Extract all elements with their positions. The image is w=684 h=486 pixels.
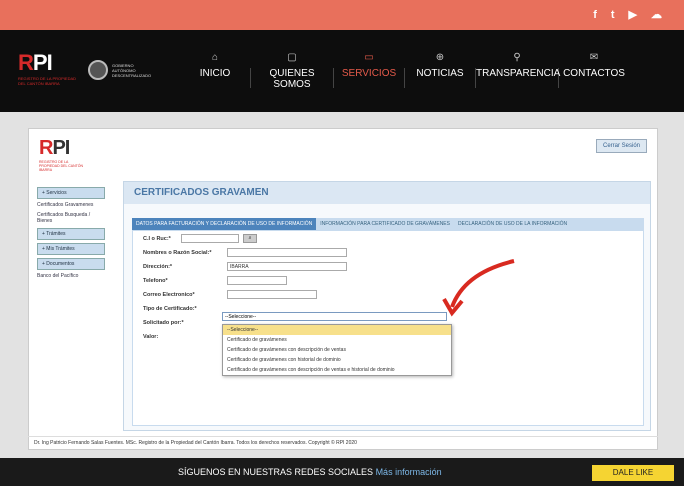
gov-text: GOBIERNO AUTÓNOMO DESCENTRALIZADO <box>112 62 152 78</box>
panel-logo: RPI REGISTRO DE LA PROPIEDAD DEL CANTÓN … <box>39 137 87 172</box>
sidebar-link-certificados-bienes[interactable]: Certificados Busqueda / Bienes <box>37 212 105 224</box>
nav-label: SERVICIOS <box>341 68 397 79</box>
logo-pi: PI <box>32 50 53 75</box>
globe-icon: ⊕ <box>435 52 445 63</box>
nav-servicios[interactable]: ▭ SERVICIOS <box>334 52 404 90</box>
direccion-label: Dirección:* <box>143 264 173 270</box>
dropdown-option[interactable]: Certificado de gravámenes con historial … <box>223 355 451 365</box>
tab-facturacion[interactable]: DATOS PARA FACTURACIÓN Y DECLARACIÓN DE … <box>132 218 317 230</box>
follow-label: SÍGUENOS EN NUESTRAS REDES SOCIALES <box>178 467 374 477</box>
mail-icon: ✉ <box>589 52 599 63</box>
twitter-icon[interactable]: t <box>611 9 615 21</box>
gov-logo: GOBIERNO AUTÓNOMO DESCENTRALIZADO <box>88 60 152 80</box>
sidebar-link-certificados-gravamenes[interactable]: Certificados Gravamenes <box>37 202 105 208</box>
solicitado-label: Solicitado por:* <box>143 320 184 326</box>
dropdown-option[interactable]: Certificado de gravámenes <box>223 335 451 345</box>
tipo-certificado-dropdown: --Seleccione-- Certificado de gravámenes… <box>222 324 452 376</box>
direccion-input[interactable]: IBARRA <box>227 262 347 271</box>
correo-label: Correo Electronico* <box>143 292 195 298</box>
main-nav: ⌂ INICIO ▢ QUIENES SOMOS ▭ SERVICIOS ⊕ NOTIC… <box>180 52 629 90</box>
nav-label: NOTICIAS <box>416 68 464 79</box>
ci-label: C.I o Ruc:* <box>143 236 171 242</box>
page-title: CERTIFICADOS GRAVAMEN <box>124 182 650 204</box>
tipo-certificado-select[interactable]: --Seleccione-- <box>222 312 447 321</box>
user-icon: ⚲ <box>513 52 521 63</box>
sidebar-item-mis-tramites[interactable]: + Mis Trámites <box>37 243 105 255</box>
tab-bar: DATOS PARA FACTURACIÓN Y DECLARACIÓN DE … <box>132 218 644 230</box>
tab-informacion-certificado[interactable]: INFORMACIÓN PARA CERTIFICADO DE GRAVÁMEN… <box>316 218 454 230</box>
nav-noticias[interactable]: ⊕ NOTICIAS <box>405 52 475 90</box>
youtube-icon[interactable]: ▶ <box>629 9 637 21</box>
nav-transparencia[interactable]: ⚲ TRANSPARENCIA <box>476 52 561 90</box>
home-icon: ⌂ <box>211 52 219 63</box>
folder-icon: ▭ <box>364 52 374 63</box>
seal-icon <box>88 60 108 80</box>
facebook-icon[interactable]: f <box>593 9 597 21</box>
panel-logo-subtitle: REGISTRO DE LA PROPIEDAD DEL CANTÓN IBAR… <box>39 160 84 172</box>
sidebar-item-tramites[interactable]: + Trámites <box>37 228 105 240</box>
nombres-input[interactable] <box>227 248 347 257</box>
dropdown-option[interactable]: --Seleccione-- <box>223 325 451 335</box>
nav-label: CONTACTOS <box>563 68 625 79</box>
nav-label: INICIO <box>199 68 231 79</box>
valor-label: Valor: <box>143 334 159 340</box>
correo-input[interactable] <box>227 290 317 299</box>
more-info-link[interactable]: Más información <box>376 467 442 477</box>
sidebar: + Servicios Certificados Gravamenes Cert… <box>37 187 105 283</box>
like-button[interactable]: DALE LIKE <box>592 465 674 481</box>
sidebar-link-banco[interactable]: Banco del Pacífico <box>37 273 105 279</box>
logo-r: R <box>18 50 34 75</box>
logo-pi: PI <box>52 137 70 159</box>
telefono-input[interactable] <box>227 276 287 285</box>
sidebar-item-servicios[interactable]: + Servicios <box>37 187 105 199</box>
logout-button[interactable]: Cerrar Sesión <box>595 139 647 153</box>
nav-contactos[interactable]: ✉ CONTACTOS <box>559 52 629 90</box>
rpi-logo[interactable]: RPI REGISTRO DE LA PROPIEDAD DEL CANTÓN … <box>18 50 78 86</box>
follow-text: SÍGUENOS EN NUESTRAS REDES SOCIALES Más … <box>178 467 442 477</box>
top-bar: f t ▶ ☁ <box>0 0 684 30</box>
soundcloud-icon[interactable]: ☁ <box>651 9 662 21</box>
nav-quienes-somos[interactable]: ▢ QUIENES SOMOS <box>251 52 333 90</box>
dropdown-option[interactable]: Certificado de gravámenes con descripció… <box>223 365 451 375</box>
telefono-label: Telefono* <box>143 278 168 284</box>
app-panel: RPI REGISTRO DE LA PROPIEDAD DEL CANTÓN … <box>28 128 658 450</box>
nav-label: TRANSPARENCIA <box>476 68 561 79</box>
panel-footer: Dr. Ing Patricio Fernando Salas Fuentes.… <box>28 436 658 450</box>
tab-declaracion[interactable]: DECLARACIÓN DE USO DE LA INFORMACIÓN <box>454 218 571 230</box>
nav-inicio[interactable]: ⌂ INICIO <box>180 52 250 90</box>
search-icon: ⌕ <box>248 235 252 241</box>
logo-r: R <box>39 137 53 159</box>
ci-input[interactable] <box>181 234 239 243</box>
nombres-label: Nombres o Razón Social:* <box>143 250 212 256</box>
social-links: f t ▶ ☁ <box>593 9 662 21</box>
logo-subtitle: REGISTRO DE LA PROPIEDAD DEL CANTÓN IBAR… <box>18 76 77 86</box>
site-header: RPI REGISTRO DE LA PROPIEDAD DEL CANTÓN … <box>0 30 684 112</box>
search-button[interactable]: ⌕ <box>243 234 257 243</box>
tipo-label: Tipo de Certificado:* <box>143 306 197 312</box>
sidebar-item-documentos[interactable]: + Documentos <box>37 258 105 270</box>
bottom-bar: SÍGUENOS EN NUESTRAS REDES SOCIALES Más … <box>0 458 684 486</box>
dropdown-option[interactable]: Certificado de gravámenes con descripció… <box>223 345 451 355</box>
page-icon: ▢ <box>287 52 297 63</box>
nav-label: QUIENES SOMOS <box>269 68 315 90</box>
red-arrow-annotation <box>442 259 515 317</box>
main-content: CERTIFICADOS GRAVAMEN DATOS PARA FACTURA… <box>123 181 651 431</box>
